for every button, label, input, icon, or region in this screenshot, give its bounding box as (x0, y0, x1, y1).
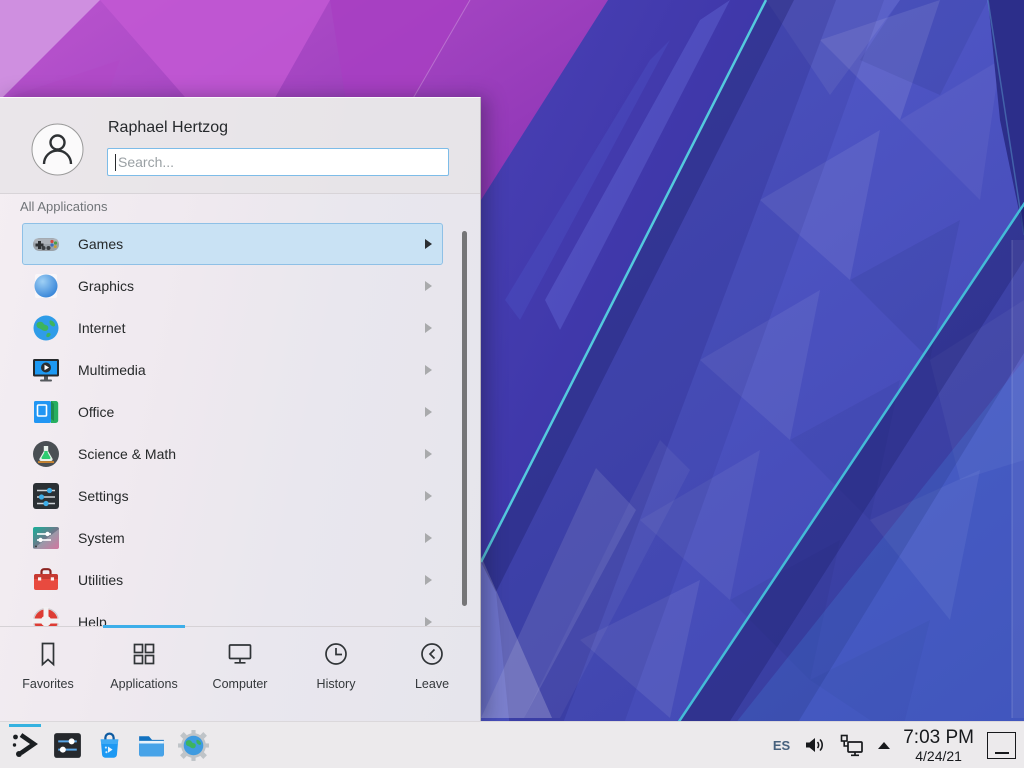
desktop: Raphael Hertzog All Applications Games (0, 0, 1024, 768)
multimedia-category-icon (30, 354, 62, 386)
user-avatar-icon[interactable] (31, 123, 84, 176)
menu-item-label: Multimedia (78, 362, 146, 378)
games-category-icon (30, 228, 62, 260)
kde-launcher-icon (10, 730, 40, 760)
menu-item-label: Science & Math (78, 446, 176, 462)
computer-monitor-icon (226, 640, 254, 668)
applications-grid-icon (130, 640, 158, 668)
menu-item-settings[interactable]: Settings (22, 475, 443, 517)
discover-software-icon (93, 729, 126, 762)
clock-time: 7:03 PM (903, 728, 974, 747)
tab-leave[interactable]: Leave (384, 627, 480, 721)
taskbar-pinned-apps (0, 722, 214, 768)
network-icon[interactable] (839, 733, 865, 758)
office-category-icon (30, 396, 62, 428)
clock-date: 4/24/21 (915, 749, 962, 763)
menu-item-label: Graphics (78, 278, 134, 294)
science-category-icon (30, 438, 62, 470)
submenu-arrow-icon (425, 407, 432, 417)
graphics-category-icon (30, 270, 62, 302)
menu-item-office[interactable]: Office (22, 391, 443, 433)
folder-icon (135, 729, 168, 762)
system-category-icon (30, 522, 62, 554)
application-launcher-popup: Raphael Hertzog All Applications Games (0, 97, 481, 721)
tab-label: Favorites (22, 677, 73, 691)
menu-item-label: Office (78, 404, 114, 420)
submenu-arrow-icon (425, 533, 432, 543)
globe-browser-icon (177, 729, 210, 762)
tab-history[interactable]: History (288, 627, 384, 721)
tab-label: History (317, 677, 356, 691)
system-settings-button[interactable] (46, 722, 88, 768)
menu-item-internet[interactable]: Internet (22, 307, 443, 349)
menu-item-utilities[interactable]: Utilities (22, 559, 443, 601)
tab-label: Applications (110, 677, 177, 691)
submenu-arrow-icon (425, 239, 432, 249)
search-box[interactable] (107, 148, 449, 176)
file-manager-button[interactable] (130, 722, 172, 768)
taskbar-panel: ES 7:03 PM 4/24/21 (0, 721, 1024, 768)
tab-applications[interactable]: Applications (96, 627, 192, 721)
tab-favorites[interactable]: Favorites (0, 627, 96, 721)
menu-item-label: Settings (78, 488, 129, 504)
launcher-tab-bar: Favorites Applications C (0, 626, 480, 721)
utilities-category-icon (30, 564, 62, 596)
submenu-arrow-icon (425, 575, 432, 585)
application-launcher-button[interactable] (4, 722, 46, 768)
leave-back-icon (418, 640, 446, 668)
help-category-icon (30, 606, 62, 627)
tab-label: Computer (213, 677, 268, 691)
tray-expander-arrow-icon[interactable] (878, 742, 890, 749)
menu-item-multimedia[interactable]: Multimedia (22, 349, 443, 391)
category-list: Games Graphics (0, 223, 480, 627)
menu-item-science-math[interactable]: Science & Math (22, 433, 443, 475)
tab-computer[interactable]: Computer (192, 627, 288, 721)
search-input[interactable] (108, 149, 448, 175)
submenu-arrow-icon (425, 323, 432, 333)
show-desktop-button[interactable] (987, 732, 1016, 759)
tab-label: Leave (415, 677, 449, 691)
submenu-arrow-icon (425, 449, 432, 459)
menu-item-label: Games (78, 236, 123, 252)
discover-button[interactable] (88, 722, 130, 768)
submenu-arrow-icon (425, 281, 432, 291)
launcher-header: Raphael Hertzog (0, 98, 480, 194)
keyboard-layout-indicator[interactable]: ES (773, 738, 790, 753)
menu-item-system[interactable]: System (22, 517, 443, 559)
submenu-arrow-icon (425, 491, 432, 501)
menu-item-help[interactable]: Help (22, 601, 443, 627)
settings-category-icon (30, 480, 62, 512)
scrollbar-thumb[interactable] (462, 231, 467, 606)
menu-item-games[interactable]: Games (22, 223, 443, 265)
section-label: All Applications (20, 199, 107, 214)
favorites-bookmark-icon (34, 640, 62, 668)
history-clock-icon (322, 640, 350, 668)
user-name: Raphael Hertzog (108, 119, 228, 137)
submenu-arrow-icon (425, 365, 432, 375)
system-tray: ES 7:03 PM 4/24/21 (773, 722, 1024, 768)
volume-icon[interactable] (803, 734, 826, 756)
internet-category-icon (30, 312, 62, 344)
menu-item-label: Internet (78, 320, 125, 336)
menu-item-label: System (78, 530, 125, 546)
menu-item-graphics[interactable]: Graphics (22, 265, 443, 307)
digital-clock[interactable]: 7:03 PM 4/24/21 (903, 728, 974, 763)
menu-item-label: Utilities (78, 572, 123, 588)
system-settings-icon (51, 729, 84, 762)
web-browser-button[interactable] (172, 722, 214, 768)
